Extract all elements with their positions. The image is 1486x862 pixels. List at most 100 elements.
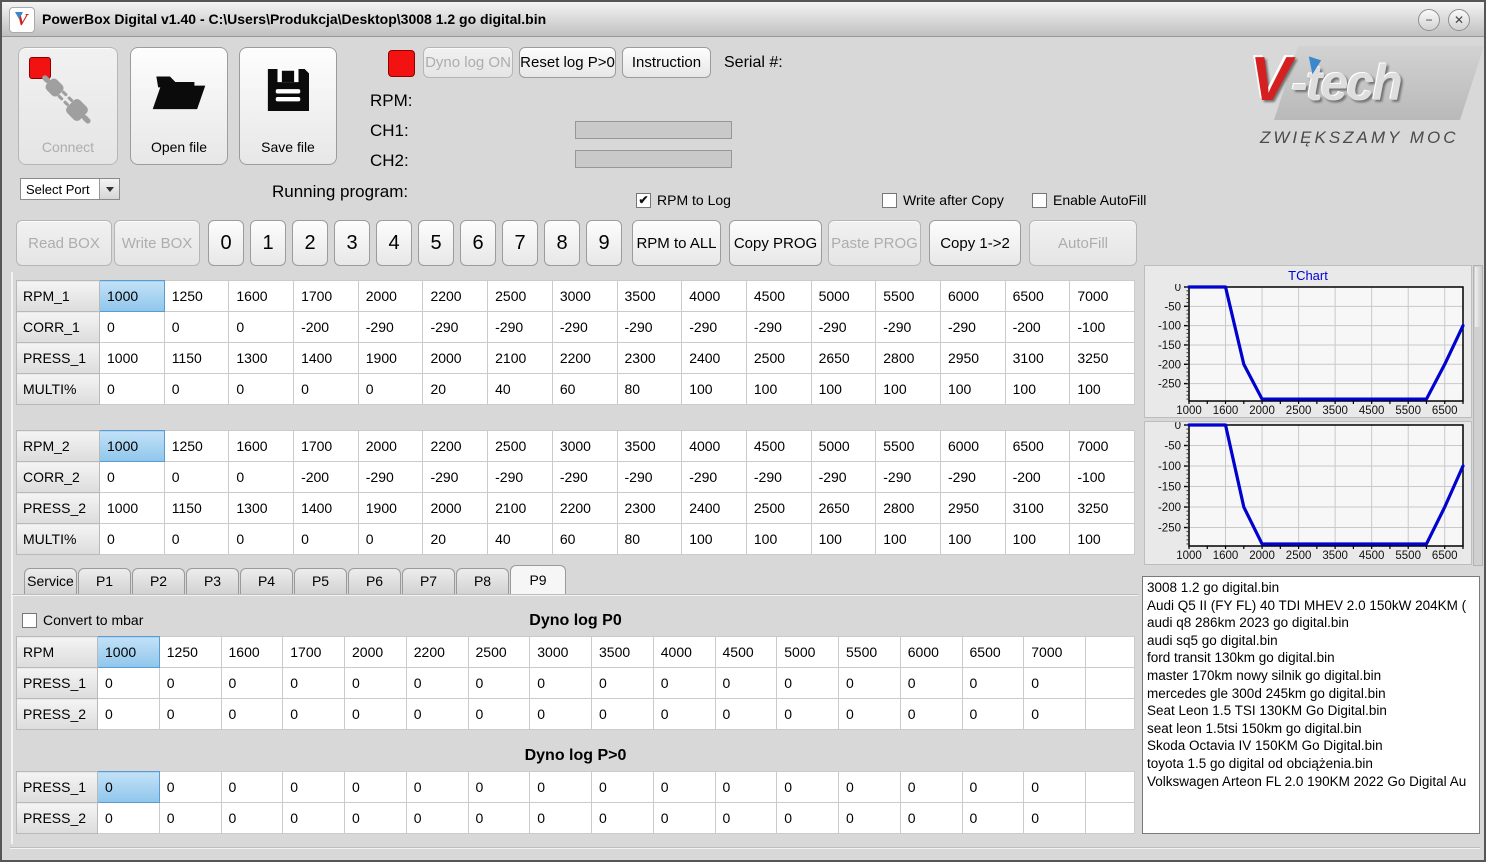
table-cell[interactable]: 2200 [422, 430, 489, 462]
table-cell[interactable]: 2300 [616, 492, 683, 524]
table-cell[interactable]: -290 [681, 461, 747, 493]
checkbox-box[interactable] [882, 192, 897, 208]
table-cell[interactable]: 2500 [745, 342, 812, 374]
table-cell[interactable]: 2000 [422, 492, 489, 524]
copy-1-2-button[interactable]: Copy 1->2 [929, 220, 1021, 266]
file-list-item[interactable]: toyota 1.5 go digital od obciążenia.bin [1147, 755, 1479, 773]
table-cell[interactable]: 0 [99, 461, 165, 493]
table-cell[interactable]: 6500 [1004, 280, 1071, 312]
table-cell[interactable]: 0 [899, 802, 963, 834]
table-cell[interactable]: 3500 [616, 430, 683, 462]
table-cell[interactable]: 0 [961, 667, 1025, 699]
tab-p9[interactable]: P9 [510, 565, 566, 594]
table-cell[interactable]: 0 [282, 771, 345, 803]
table-cell[interactable]: 1600 [228, 280, 295, 312]
table-cell[interactable]: 2000 [422, 342, 489, 374]
table-cell[interactable]: 0 [344, 667, 407, 699]
table-cell[interactable]: 0 [591, 802, 654, 834]
table-cell[interactable]: 0 [652, 802, 716, 834]
table-cell[interactable]: 0 [158, 802, 222, 834]
table-cell[interactable]: -200 [1004, 311, 1071, 343]
table-cell[interactable]: 5500 [875, 280, 941, 312]
table-cell[interactable]: 3000 [551, 280, 618, 312]
rpm-to-log-checkbox[interactable]: ✔ RPM to Log [636, 192, 731, 208]
table-cell[interactable]: 5500 [838, 636, 901, 668]
table-cell[interactable]: -290 [357, 311, 424, 343]
file-list-item[interactable]: seat leon 1.5tsi 150km go digital.bin [1147, 720, 1479, 738]
table-cell[interactable]: 0 [1023, 771, 1086, 803]
table-cell[interactable]: 1700 [293, 280, 359, 312]
table-cell[interactable]: 100 [875, 373, 941, 405]
table-cell[interactable]: 0 [228, 461, 295, 493]
file-list-item[interactable]: Audi Q5 II (FY FL) 40 TDI MHEV 2.0 150kW… [1147, 597, 1479, 615]
table-cell[interactable]: 2300 [616, 342, 683, 374]
checkbox-box[interactable]: ✔ [636, 192, 651, 208]
table-cell[interactable]: 0 [99, 373, 165, 405]
table-cell[interactable]: 0 [97, 771, 160, 803]
program-button-3[interactable]: 3 [334, 220, 370, 266]
table-cell[interactable]: -290 [745, 311, 812, 343]
table-cell[interactable]: 1300 [228, 342, 295, 374]
table-cell[interactable]: 1400 [293, 342, 359, 374]
table-cell[interactable]: 2200 [551, 342, 618, 374]
table-cell[interactable]: 2500 [487, 430, 553, 462]
table-cell[interactable]: 2800 [875, 492, 941, 524]
table-cell[interactable]: 3000 [529, 636, 592, 668]
table-cell[interactable]: 4000 [652, 636, 716, 668]
table-cell[interactable]: 7000 [1023, 636, 1086, 668]
paste-prog-button[interactable]: Paste PROG [828, 220, 921, 266]
table-cell[interactable]: 3500 [591, 636, 654, 668]
table-cell[interactable]: -290 [551, 311, 618, 343]
table-cell[interactable]: 0 [405, 698, 469, 730]
tab-service[interactable]: Service [24, 568, 77, 594]
table-cell[interactable]: 2000 [357, 430, 424, 462]
chart-panel-scrollbar[interactable] [1473, 265, 1483, 566]
table-cell[interactable]: 0 [344, 698, 407, 730]
table-cell[interactable]: 2500 [467, 636, 531, 668]
table-cell[interactable]: 0 [776, 698, 839, 730]
table-cell[interactable]: 40 [487, 373, 553, 405]
table-cell[interactable]: -290 [939, 461, 1006, 493]
table-cell[interactable]: 1700 [293, 430, 359, 462]
table-cell[interactable]: 1900 [357, 492, 424, 524]
table-cell[interactable]: 0 [282, 698, 345, 730]
dropdown-arrow-button[interactable] [99, 179, 119, 199]
table-cell[interactable]: 1000 [99, 342, 165, 374]
table-cell[interactable]: 0 [158, 698, 222, 730]
table-cell[interactable]: -290 [745, 461, 812, 493]
read-box-button[interactable]: Read BOX [16, 220, 112, 266]
tab-p5[interactable]: P5 [294, 568, 347, 594]
table-cell[interactable]: 2950 [939, 342, 1006, 374]
table-cell[interactable]: 0 [357, 523, 424, 555]
table-cell[interactable]: 3250 [1069, 492, 1135, 524]
file-list-item[interactable]: Seat Leon 1.5 TSI 130KM Go Digital.bin [1147, 702, 1479, 720]
table-cell[interactable]: 0 [467, 698, 531, 730]
file-list-item[interactable]: ford transit 130km go digital.bin [1147, 649, 1479, 667]
tab-p6[interactable]: P6 [348, 568, 401, 594]
table-cell[interactable]: 0 [220, 771, 284, 803]
table-cell[interactable]: 0 [961, 802, 1025, 834]
table-cell[interactable]: 0 [344, 771, 407, 803]
table-cell[interactable]: 0 [405, 667, 469, 699]
table-cell[interactable]: 100 [745, 523, 812, 555]
table-cell[interactable]: 6000 [939, 430, 1006, 462]
table-cell[interactable]: 0 [99, 523, 165, 555]
table-cell[interactable]: 0 [529, 667, 592, 699]
table-cell[interactable]: 2500 [745, 492, 812, 524]
table-cell[interactable]: 80 [616, 373, 683, 405]
table-cell[interactable]: 0 [776, 667, 839, 699]
autofill-button[interactable]: AutoFill [1029, 220, 1137, 266]
table-cell[interactable]: 0 [163, 373, 230, 405]
table-cell[interactable]: 0 [228, 523, 295, 555]
table-cell[interactable]: 2500 [487, 280, 553, 312]
table-cell[interactable]: 0 [163, 523, 230, 555]
instruction-button[interactable]: Instruction [622, 47, 711, 78]
table-cell[interactable]: 100 [1069, 373, 1135, 405]
table-cell[interactable]: 6500 [1004, 430, 1071, 462]
table-cell[interactable]: 3000 [551, 430, 618, 462]
table-cell[interactable]: 1000 [99, 280, 165, 312]
open-file-button[interactable]: Open file [130, 47, 228, 165]
table-cell[interactable]: 0 [163, 461, 230, 493]
table-cell[interactable]: -290 [616, 461, 683, 493]
program-button-5[interactable]: 5 [418, 220, 454, 266]
